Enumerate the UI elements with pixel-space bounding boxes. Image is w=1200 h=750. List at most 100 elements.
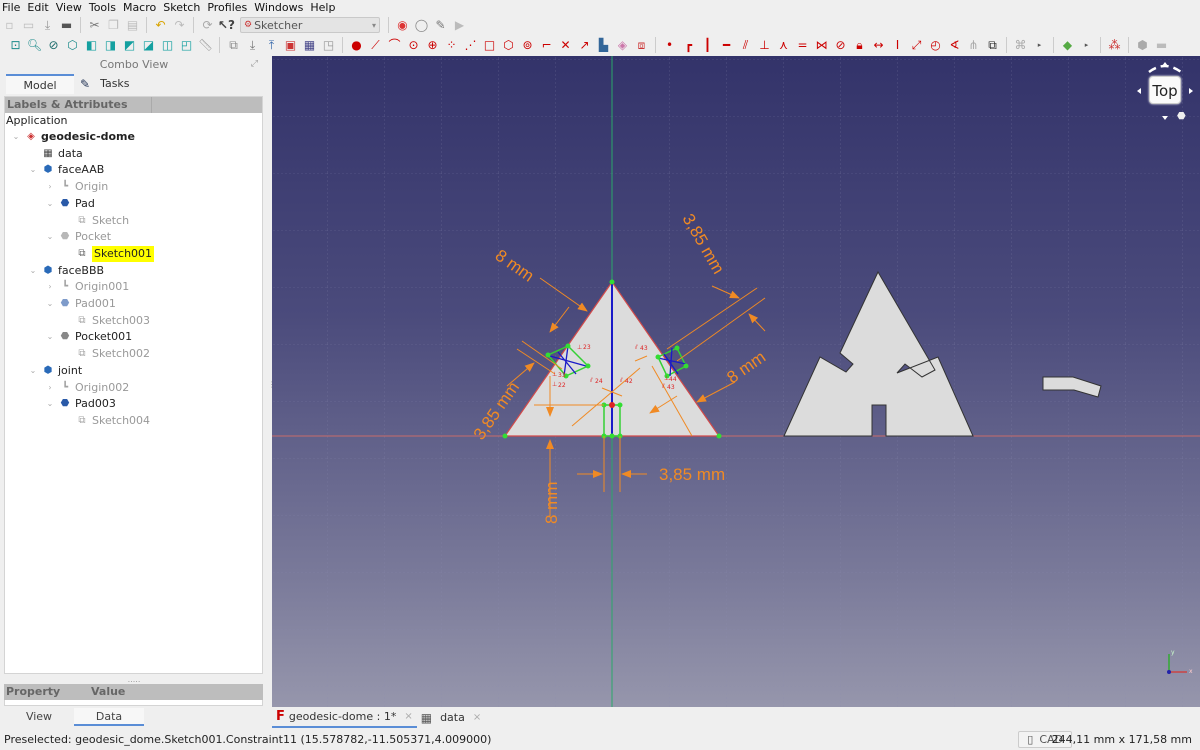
front-view-icon[interactable]: ◧	[84, 37, 100, 53]
tree-item-pad001[interactable]: ⌄ ⬣ Pad001	[45, 296, 116, 312]
menu-macro[interactable]: Macro	[123, 1, 156, 14]
fillet-icon[interactable]: ⌐	[539, 37, 555, 53]
arc-icon[interactable]: ⌒	[387, 37, 403, 53]
clone-icon[interactable]: ⬢	[1135, 37, 1151, 53]
tree-item-origin[interactable]: › ┗ Origin	[45, 179, 108, 195]
menu-help[interactable]: Help	[310, 1, 335, 14]
lock-icon[interactable]: 🔒︎	[852, 37, 868, 53]
symmetric-icon[interactable]: ⋈	[814, 37, 830, 53]
panel-splitter[interactable]: ⋮	[268, 380, 276, 400]
measure-icon[interactable]: 📏︎	[198, 37, 214, 53]
tree-item-pad[interactable]: ⌄ ⬣ Pad	[45, 196, 95, 212]
bottom-view-icon[interactable]: ◫	[160, 37, 176, 53]
tab-data[interactable]: Data	[74, 708, 144, 726]
map-sketch-icon[interactable]: ◳	[321, 37, 337, 53]
tree-item-facebbb[interactable]: ⌄ ⬢ faceBBB	[28, 263, 104, 279]
radius-icon[interactable]: ◴	[928, 37, 944, 53]
tree-item-geodesic-dome[interactable]: ⌄ ◈ geodesic-dome	[11, 129, 135, 145]
construction-mode-icon[interactable]: ⧈	[634, 37, 650, 53]
menu-view[interactable]: View	[56, 1, 82, 14]
equal-icon[interactable]: =	[795, 37, 811, 53]
more-arrow-icon[interactable]: ▸	[1079, 37, 1095, 53]
menu-sketch[interactable]: Sketch	[163, 1, 200, 14]
horizontal-distance-icon[interactable]: ↔	[871, 37, 887, 53]
tree-item-sketch002[interactable]: ⧉ Sketch002	[62, 346, 150, 362]
open-file-icon[interactable]: ▭	[21, 17, 37, 33]
chevron-down-icon[interactable]: ⌄	[28, 363, 38, 379]
tree-item-sketch001[interactable]: ⧉ Sketch001	[62, 245, 155, 262]
splitter-handle[interactable]: .....	[0, 676, 268, 684]
edit-sketch-icon[interactable]: ⤓	[245, 37, 261, 53]
cut-icon[interactable]: ✂	[87, 17, 103, 33]
angle-icon[interactable]: ∢	[947, 37, 963, 53]
tangent-icon[interactable]: ⋏	[776, 37, 792, 53]
chevron-down-icon[interactable]: ⌄	[28, 263, 38, 279]
parallel-icon[interactable]: ⫽	[738, 37, 754, 53]
edit-macro-icon[interactable]: ✎	[433, 17, 449, 33]
dim-bottom-385[interactable]: 3,85 mm	[659, 465, 725, 484]
tab-tasks[interactable]: ✎ Tasks	[74, 74, 148, 94]
trim-icon[interactable]: ✕	[558, 37, 574, 53]
doc-tab-geodesic-dome[interactable]: F geodesic-dome : 1* ×	[272, 708, 417, 728]
float-panel-icon[interactable]: ⤢	[251, 59, 258, 69]
fit-selection-icon[interactable]: 🔍︎	[27, 37, 43, 53]
tree-item-origin001[interactable]: › ┗ Origin001	[45, 279, 129, 295]
folder-icon[interactable]: ▬	[1154, 37, 1170, 53]
right-view-icon[interactable]: ◩	[122, 37, 138, 53]
tree-item-faceaab[interactable]: ⌄ ⬢ faceAAB	[28, 162, 105, 178]
workbench-selector[interactable]: ⚙ Sketcher ▾	[240, 17, 380, 33]
chevron-down-icon[interactable]: ⌄	[45, 229, 55, 245]
chevron-down-icon[interactable]: ⌄	[45, 329, 55, 345]
coincident-icon[interactable]: •	[662, 37, 678, 53]
distance-icon[interactable]: ⤢	[909, 37, 925, 53]
top-view-icon[interactable]: ◨	[103, 37, 119, 53]
3d-viewport[interactable]: 8 mm 3,85 mm 8 mm 3,85 mm 3,85 mm 8 mm ⊥…	[272, 56, 1200, 707]
perpendicular-icon[interactable]: ⊥	[757, 37, 773, 53]
tree-item-sketch[interactable]: ⧉ Sketch	[62, 213, 129, 229]
carbon-copy-icon[interactable]: ◈	[615, 37, 631, 53]
tree-item-pocket[interactable]: ⌄ ⬣ Pocket	[45, 229, 111, 245]
tree-item-pocket001[interactable]: ⌄ ⬣ Pocket001	[45, 329, 132, 345]
chevron-down-icon[interactable]: ⌄	[11, 129, 21, 145]
bspline-icon[interactable]: ⁘	[444, 37, 460, 53]
view-sketch-icon[interactable]: ▣	[283, 37, 299, 53]
tree-item-joint[interactable]: ⌄ ⬢ joint	[28, 363, 83, 379]
left-view-icon[interactable]: ◰	[179, 37, 195, 53]
model-tree[interactable]: Labels & Attributes Application ⌄ ◈ geodes…	[4, 96, 263, 674]
polyline-icon[interactable]: ⋰	[463, 37, 479, 53]
undo-icon[interactable]: ↶	[153, 17, 169, 33]
chevron-down-icon[interactable]: ⌄	[45, 196, 55, 212]
isometric-view-icon[interactable]: ⬡	[65, 37, 81, 53]
record-macro-icon[interactable]: ◉	[395, 17, 411, 33]
stop-macro-icon[interactable]: ◯	[414, 17, 430, 33]
point-icon[interactable]: ●	[349, 37, 365, 53]
save-icon[interactable]: ⤓	[40, 17, 56, 33]
navigation-cube[interactable]: Top ⬣	[1135, 58, 1195, 122]
more-arrow-icon[interactable]: ▸	[1032, 37, 1048, 53]
menu-tools[interactable]: Tools	[89, 1, 116, 14]
chevron-down-icon[interactable]: ⌄	[45, 396, 55, 412]
internal-alignment-icon[interactable]: ⧉	[985, 37, 1001, 53]
paste-icon[interactable]: ▤	[125, 17, 141, 33]
menu-file[interactable]: File	[2, 1, 20, 14]
view-section-icon[interactable]: ▦	[302, 37, 318, 53]
rear-view-icon[interactable]: ◪	[141, 37, 157, 53]
slot-icon[interactable]: ⊚	[520, 37, 536, 53]
close-icon[interactable]: ×	[473, 712, 481, 723]
menu-windows[interactable]: Windows	[254, 1, 303, 14]
chevron-down-icon[interactable]: ⌄	[45, 296, 55, 312]
selected-point[interactable]	[609, 402, 615, 408]
menu-profiles[interactable]: Profiles	[207, 1, 247, 14]
tree-item-sketch003[interactable]: ⧉ Sketch003	[62, 313, 150, 329]
new-sketch-icon[interactable]: ⧉	[226, 37, 242, 53]
leave-sketch-icon[interactable]: ⤒	[264, 37, 280, 53]
tree-item-pad003[interactable]: ⌄ ⬣ Pad003	[45, 396, 116, 412]
sketch-canvas[interactable]: 8 mm 3,85 mm 8 mm 3,85 mm 3,85 mm 8 mm ⊥…	[272, 56, 1200, 707]
tree-item-data[interactable]: ▦ data	[28, 146, 83, 162]
doc-tab-data[interactable]: ▦ data ×	[417, 708, 486, 728]
block-icon[interactable]: ⊘	[833, 37, 849, 53]
external-geometry-icon[interactable]: ▙	[596, 37, 612, 53]
new-file-icon[interactable]: ▫	[2, 17, 18, 33]
print-icon[interactable]: ▬	[59, 17, 75, 33]
close-icon[interactable]: ×	[404, 711, 412, 722]
